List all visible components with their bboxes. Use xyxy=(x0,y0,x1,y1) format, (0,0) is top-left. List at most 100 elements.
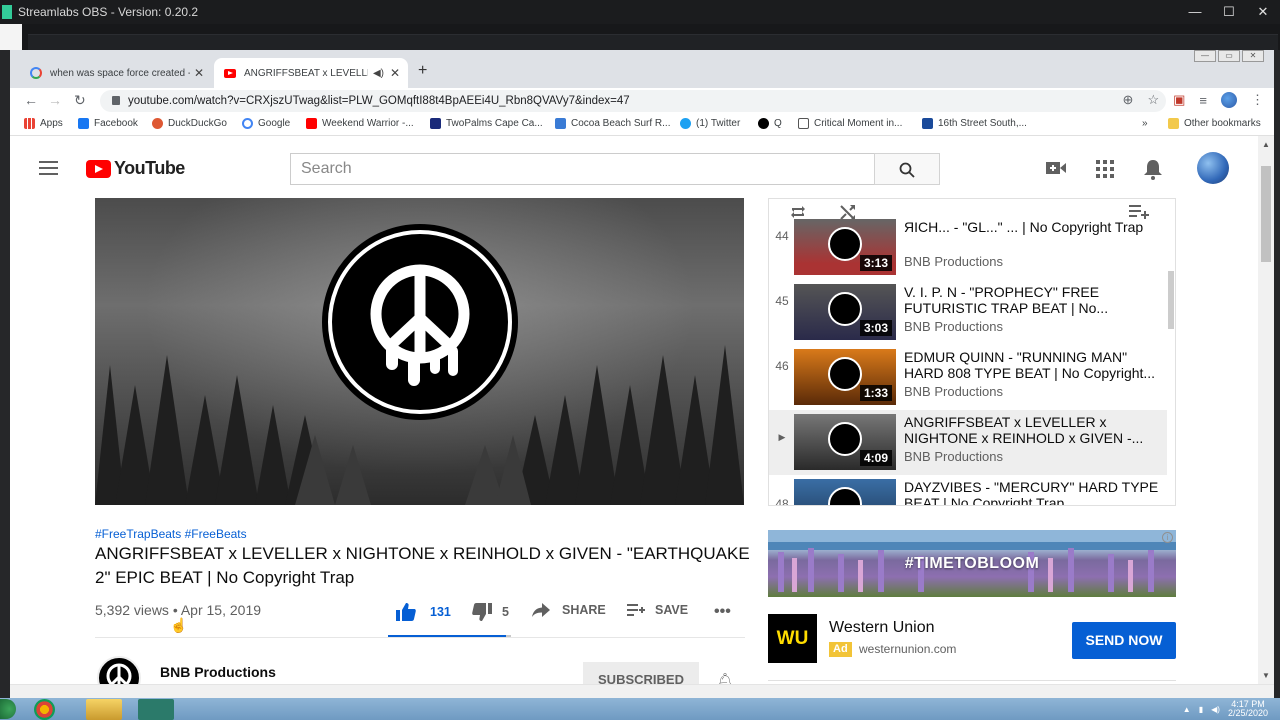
channel-name[interactable]: ВNВ Productions xyxy=(160,664,276,680)
send-now-button[interactable]: SEND NOW xyxy=(1072,622,1176,659)
bookmark-star-icon[interactable]: ☆ xyxy=(1147,92,1159,108)
volume-icon[interactable]: ◀) xyxy=(1211,705,1220,714)
youtube-logo[interactable]: YouTube xyxy=(86,158,185,179)
user-avatar[interactable] xyxy=(1197,152,1229,184)
search-button[interactable] xyxy=(874,153,940,185)
thumbs-up-icon xyxy=(396,603,416,621)
close-tab-icon[interactable]: ✕ xyxy=(390,66,400,80)
bookmark-label: Facebook xyxy=(94,118,138,129)
lock-icon xyxy=(112,96,120,105)
forward-icon[interactable]: → xyxy=(48,92,62,108)
hamburger-menu-icon[interactable] xyxy=(39,161,58,175)
playlist-item[interactable]: 45 3:03 V. I. P. N - "PROPHECY" FREE FUT… xyxy=(769,280,1167,345)
playlist-item[interactable]: 44 3:13 ЯICH... - "GL..." ... | No Copyr… xyxy=(769,215,1167,280)
extension-icon[interactable]: ▣ xyxy=(1173,92,1185,108)
youtube-header: YouTube Search xyxy=(10,136,1258,198)
bookmark-label: 16th Street South,... xyxy=(938,118,1027,129)
thumbnail-logo xyxy=(828,487,862,505)
bookmark-weekend-warrior[interactable]: Weekend Warrior -... xyxy=(306,118,414,129)
close-tab-icon[interactable]: ✕ xyxy=(194,66,204,80)
horizontal-scrollbar[interactable] xyxy=(10,684,1274,698)
playlist-item[interactable]: 46 1:33 EDMUR QUINN - "RUNNING MAN" HARD… xyxy=(769,345,1167,410)
chrome-taskbar-icon[interactable] xyxy=(34,699,55,720)
search-placeholder: Search xyxy=(301,160,352,177)
tray-arrow-icon[interactable]: ▲ xyxy=(1183,705,1191,714)
apps-grid-icon[interactable] xyxy=(1096,160,1114,178)
bookmark-critical-moment[interactable]: Critical Moment in... xyxy=(798,118,902,129)
playlist-item-title: DAYZVIBES - "MERCURY" HARD TYPE BEAT | N… xyxy=(904,479,1159,506)
bookmark-duckduckgo[interactable]: DuckDuckGo xyxy=(152,118,227,129)
bookmark-apps[interactable]: Apps xyxy=(24,118,63,129)
search-input[interactable]: Search xyxy=(290,153,875,185)
ad-banner[interactable]: #TIMETOBLOOM xyxy=(768,530,1176,597)
network-icon[interactable]: ▮ xyxy=(1199,705,1203,714)
page-scrollbar[interactable]: ▲ ▼ xyxy=(1258,136,1274,684)
playlist-index: 46 xyxy=(775,359,789,373)
playlist-thumbnail: 3:13 xyxy=(794,219,896,275)
zoom-icon[interactable]: ⊕ xyxy=(1123,92,1134,108)
playlist-index: 45 xyxy=(775,294,789,308)
save-label: SAVE xyxy=(655,603,689,617)
map-pin-icon xyxy=(922,118,933,129)
scroll-thumb[interactable] xyxy=(1261,166,1271,262)
apps-grid-icon xyxy=(24,118,35,129)
bookmark-label: Google xyxy=(258,118,291,129)
address-bar[interactable]: youtube.com/watch?v=CRXjszUTwag&list=PLW… xyxy=(100,90,1166,112)
bookmarks-overflow[interactable]: » xyxy=(1142,118,1148,129)
playlist-item[interactable]: 48 DAYZVIBES - "MERCURY" HARD TYPE BEAT … xyxy=(769,475,1167,506)
notifications-bell-icon[interactable] xyxy=(1144,160,1162,180)
bookmark-label: Apps xyxy=(40,118,63,129)
view-count-date: 5,392 views • Apr 15, 2019 xyxy=(95,602,262,618)
browser-restore-button[interactable]: ▭ xyxy=(1218,50,1240,62)
browser-close-button[interactable]: ✕ xyxy=(1242,50,1264,62)
share-button[interactable]: SHARE xyxy=(532,603,606,617)
close-button[interactable]: ✕ xyxy=(1246,0,1280,24)
new-tab-button[interactable]: + xyxy=(418,62,427,80)
save-button[interactable]: SAVE xyxy=(627,603,688,617)
minimize-button[interactable]: — xyxy=(1178,0,1212,24)
bookmark-twopalms[interactable]: TwoPalms Cape Ca... xyxy=(430,118,543,129)
scroll-up-icon[interactable]: ▲ xyxy=(1262,140,1270,149)
maximize-button[interactable]: ☐ xyxy=(1212,0,1246,24)
duckduckgo-icon xyxy=(152,118,163,129)
bookmark-16th-street[interactable]: 16th Street South,... xyxy=(922,118,1027,129)
bookmark-label: Weekend Warrior -... xyxy=(322,118,414,129)
playlist-scrollbar[interactable] xyxy=(1168,271,1174,329)
profile-avatar[interactable] xyxy=(1221,92,1237,108)
media-control-icon[interactable]: ≡ xyxy=(1199,93,1207,108)
ad-info-icon[interactable]: i xyxy=(1162,532,1173,543)
file-explorer-icon[interactable] xyxy=(86,699,122,720)
bookmark-twitter[interactable]: (1) Twitter xyxy=(680,118,740,129)
video-player[interactable] xyxy=(95,198,744,505)
back-icon[interactable]: ← xyxy=(24,92,38,108)
other-bookmarks[interactable]: Other bookmarks xyxy=(1168,118,1261,129)
bookmark-facebook[interactable]: Facebook xyxy=(78,118,138,129)
streamlabs-taskbar-icon[interactable] xyxy=(138,699,174,720)
bookmark-q[interactable]: Q xyxy=(758,118,782,129)
info-divider xyxy=(95,637,745,638)
system-tray: ▲ ▮ ◀) 4:17 PM 2/25/2020 xyxy=(1183,698,1280,720)
start-button[interactable] xyxy=(0,699,16,719)
scroll-down-icon[interactable]: ▼ xyxy=(1262,671,1270,680)
tab-strip: when was space force created - G ✕ ANGRI… xyxy=(10,50,1274,88)
create-video-icon[interactable] xyxy=(1046,160,1066,176)
clock[interactable]: 4:17 PM 2/25/2020 xyxy=(1228,700,1268,718)
bookmark-cocoa-beach[interactable]: Cocoa Beach Surf R... xyxy=(555,118,671,129)
speaker-icon[interactable]: ◀) xyxy=(373,68,384,79)
bookmark-label: Critical Moment in... xyxy=(814,118,903,129)
mouse-cursor-icon: ☝ xyxy=(170,617,188,633)
more-actions-icon[interactable]: ••• xyxy=(714,603,731,621)
tab-youtube[interactable]: ANGRIFFSBEAT x LEVELLER x ◀) ✕ xyxy=(214,58,408,88)
bookmark-label: DuckDuckGo xyxy=(168,118,227,129)
playlist-thumbnail: 3:03 xyxy=(794,284,896,340)
browser-minimize-button[interactable]: — xyxy=(1194,50,1216,62)
q-icon xyxy=(758,118,769,129)
dislike-button[interactable]: 5 xyxy=(472,603,509,621)
reload-icon[interactable]: ↻ xyxy=(74,92,86,109)
video-hashtags[interactable]: #FreeTrapBeats #FreeBeats xyxy=(95,527,247,541)
like-button[interactable]: 131 xyxy=(396,603,451,621)
menu-icon[interactable]: ⋮ xyxy=(1251,92,1264,108)
tab-google-search[interactable]: when was space force created - G ✕ xyxy=(20,58,212,88)
bookmark-google[interactable]: Google xyxy=(242,118,290,129)
playlist-item-current[interactable]: ▶ 4:09 ANGRIFFSBEAT x LEVELLER x NIGHTON… xyxy=(769,410,1167,475)
